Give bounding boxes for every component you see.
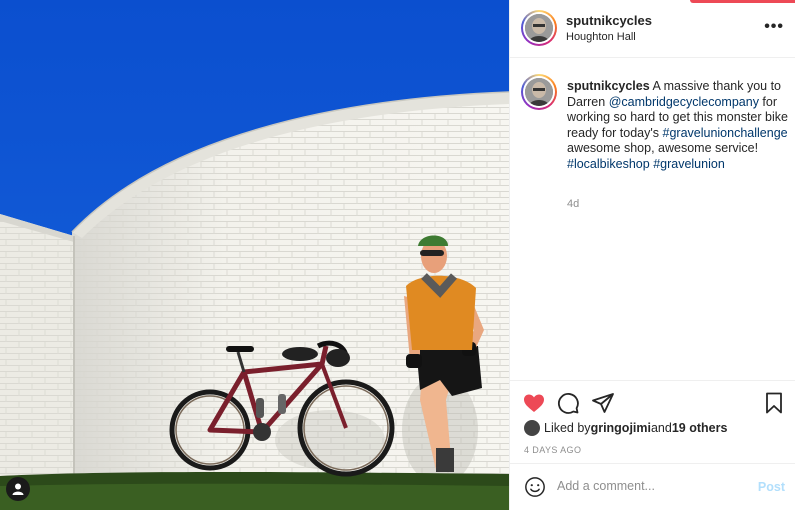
hashtag-link[interactable]: #gravelunionchallenge xyxy=(663,126,788,140)
caption-avatar[interactable] xyxy=(521,74,557,110)
photo-scene xyxy=(0,0,509,510)
heart-filled-icon[interactable] xyxy=(522,391,546,415)
caption-segment: awesome shop, awesome service! xyxy=(567,141,759,155)
hashtag-link[interactable]: #localbikeshop xyxy=(567,157,650,171)
likes-prefix: Liked by xyxy=(544,421,591,435)
emoji-icon[interactable] xyxy=(524,476,546,498)
mention-link[interactable]: @cambridgecyclecompany xyxy=(609,95,759,109)
post-comment-button[interactable]: Post xyxy=(758,480,785,494)
caption-username[interactable]: sputnikcycles xyxy=(567,79,650,93)
tagged-users-button[interactable] xyxy=(6,477,30,501)
liker-avatar[interactable] xyxy=(524,420,540,436)
post-date[interactable]: 4 DAYS AGO xyxy=(524,445,581,455)
profile-photo-icon xyxy=(525,78,553,106)
comment-bar: Post xyxy=(510,463,795,510)
post-header: sputnikcycles Houghton Hall ••• xyxy=(510,0,795,58)
avatar[interactable] xyxy=(521,10,557,46)
likes-summary: Liked by gringojimi and 19 others xyxy=(524,419,727,437)
caption-time[interactable]: 4d xyxy=(567,198,579,210)
more-dots-icon[interactable]: ••• xyxy=(764,18,784,36)
comment-icon[interactable] xyxy=(556,391,580,415)
person-icon xyxy=(12,483,24,495)
post-photo[interactable] xyxy=(0,0,509,510)
likes-others-link[interactable]: 19 others xyxy=(672,421,728,435)
post-username[interactable]: sputnikcycles xyxy=(566,13,652,28)
post-location[interactable]: Houghton Hall xyxy=(566,31,636,43)
paper-plane-icon[interactable] xyxy=(591,391,615,415)
likes-middle: and xyxy=(650,421,672,435)
post-details-pane: sputnikcycles Houghton Hall ••• sputnikc… xyxy=(509,0,795,510)
caption-text: sputnikcycles A massive thank you to Dar… xyxy=(567,79,789,172)
bookmark-icon[interactable] xyxy=(762,391,786,415)
profile-photo-icon xyxy=(525,14,553,42)
comment-input[interactable] xyxy=(557,479,737,493)
liker-username[interactable]: gringojimi xyxy=(591,421,651,435)
hashtag-link[interactable]: #gravelunion xyxy=(653,157,725,171)
